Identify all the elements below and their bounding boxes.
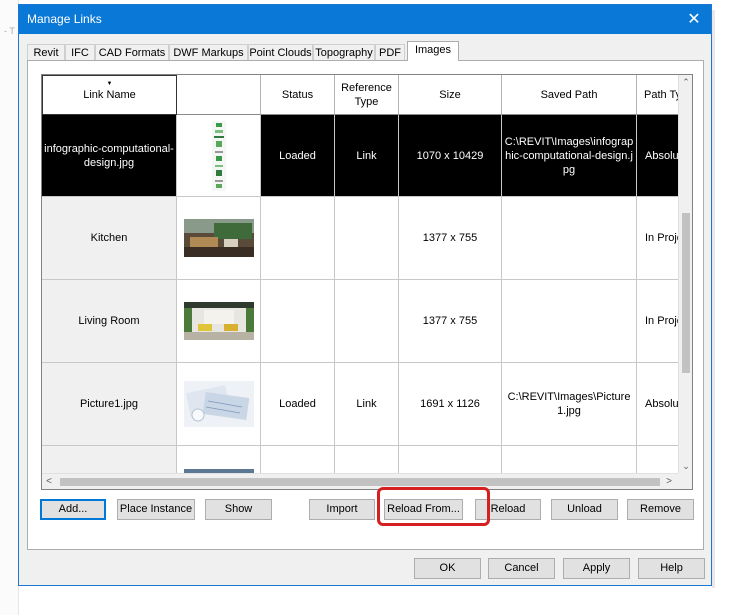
tab-pdf[interactable]: PDF: [375, 44, 405, 60]
add-button[interactable]: Add...: [40, 499, 106, 520]
background-mark: - T: [4, 26, 15, 36]
cancel-button[interactable]: Cancel: [488, 558, 555, 579]
help-button[interactable]: Help: [638, 558, 705, 579]
tab-point-clouds[interactable]: Point Clouds: [248, 44, 313, 60]
blueprints-photo-image: [183, 381, 254, 427]
sort-arrow-icon: ▼: [106, 81, 113, 87]
thumbnail-cell: [177, 115, 261, 197]
vertical-scrollbar[interactable]: ⌃ ⌄: [678, 75, 692, 473]
size-cell: 1377 x 755: [399, 197, 502, 280]
kitchen-render-image: [183, 219, 254, 257]
reference-type-cell[interactable]: [335, 280, 399, 363]
saved-path-cell: [502, 197, 637, 280]
thumbnail-cell: [177, 363, 261, 446]
scroll-up-icon[interactable]: ⌃: [679, 75, 692, 89]
size-cell: 1070 x 10429: [399, 115, 502, 197]
thumbnail-cell: [177, 197, 261, 280]
column-header-status[interactable]: Status: [261, 75, 335, 115]
tab-revit[interactable]: Revit: [27, 44, 65, 60]
link-name-cell[interactable]: Picture1.jpg: [42, 363, 177, 446]
status-cell: [261, 280, 335, 363]
thumbnail-cell: [177, 280, 261, 363]
tall-infographic-image: [211, 120, 226, 191]
link-name-cell[interactable]: Kitchen: [42, 197, 177, 280]
tab-images[interactable]: Images: [407, 41, 459, 61]
column-header-saved-path[interactable]: Saved Path: [502, 75, 637, 115]
dialog-shadow: [712, 10, 715, 588]
size-cell: 1691 x 1126: [399, 363, 502, 446]
reload-from-highlight: [377, 487, 490, 526]
window-title: Manage Links: [27, 12, 102, 26]
place-instance-button[interactable]: Place Instance: [117, 499, 195, 520]
close-icon[interactable]: ✕: [677, 5, 711, 34]
size-cell: 1377 x 755: [399, 280, 502, 363]
reference-type-cell[interactable]: Link: [335, 363, 399, 446]
scrollbar-corner: [678, 473, 692, 489]
column-header-thumbnail[interactable]: [177, 75, 261, 115]
links-table: ▼ Link Name Status Reference Type Size S…: [41, 74, 693, 490]
status-cell: [261, 197, 335, 280]
living-room-render-image: [183, 302, 254, 340]
reference-type-cell[interactable]: Link: [335, 115, 399, 197]
manage-links-dialog: Manage Links ✕ Revit IFC CAD Formats DWF…: [18, 4, 712, 586]
tab-topography[interactable]: Topography: [313, 44, 375, 60]
tab-dwf-markups[interactable]: DWF Markups: [169, 44, 248, 60]
column-header-size[interactable]: Size: [399, 75, 502, 115]
vertical-scroll-thumb[interactable]: [682, 213, 690, 373]
remove-button[interactable]: Remove: [627, 499, 694, 520]
link-name-cell[interactable]: Living Room: [42, 280, 177, 363]
horizontal-scroll-thumb[interactable]: [60, 478, 660, 486]
show-button[interactable]: Show: [205, 499, 272, 520]
status-cell: Loaded: [261, 115, 335, 197]
tab-strip: Revit IFC CAD Formats DWF Markups Point …: [27, 41, 703, 61]
scroll-right-icon[interactable]: >: [662, 474, 676, 489]
column-header-reference-type[interactable]: Reference Type: [335, 75, 399, 115]
tab-cad-formats[interactable]: CAD Formats: [95, 44, 169, 60]
scroll-left-icon[interactable]: <: [42, 474, 56, 489]
horizontal-scrollbar[interactable]: < >: [42, 473, 678, 489]
reference-type-cell[interactable]: [335, 197, 399, 280]
apply-button[interactable]: Apply: [563, 558, 630, 579]
background-app-edge: - T: [0, 0, 19, 615]
title-bar[interactable]: Manage Links ✕: [19, 5, 711, 34]
tab-ifc[interactable]: IFC: [65, 44, 95, 60]
import-button[interactable]: Import: [309, 499, 375, 520]
saved-path-cell: [502, 280, 637, 363]
saved-path-cell: C:\REVIT\Images\Picture1.jpg: [502, 363, 637, 446]
ok-button[interactable]: OK: [414, 558, 481, 579]
unload-button[interactable]: Unload: [551, 499, 618, 520]
status-cell: Loaded: [261, 363, 335, 446]
column-header-link-name[interactable]: ▼ Link Name: [42, 75, 177, 115]
saved-path-cell: C:\REVIT\Images\infographic-computationa…: [502, 115, 637, 197]
link-name-cell[interactable]: infographic-computational-design.jpg: [42, 115, 177, 197]
images-tab-panel: ▼ Link Name Status Reference Type Size S…: [27, 60, 704, 550]
scroll-down-icon[interactable]: ⌄: [679, 459, 692, 473]
